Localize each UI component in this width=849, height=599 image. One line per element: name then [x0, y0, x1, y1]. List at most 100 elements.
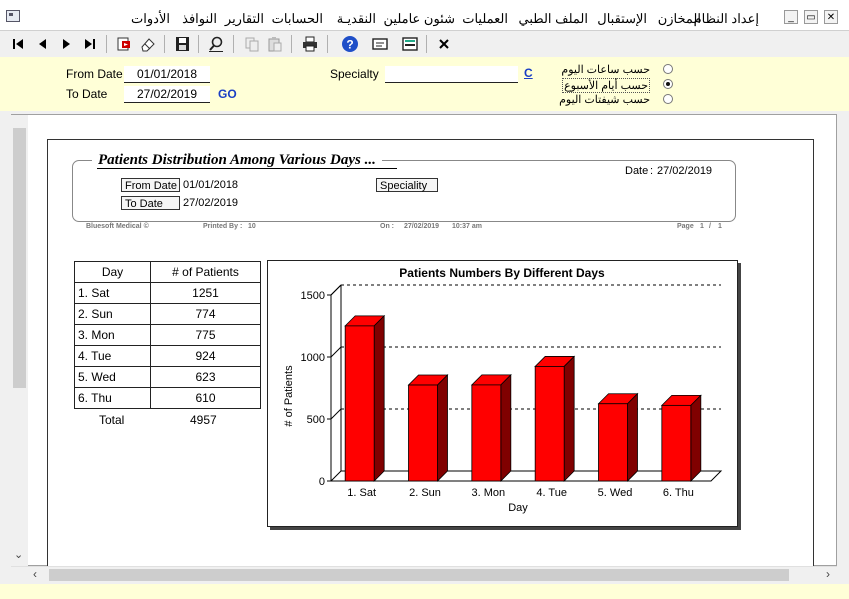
report-to-date-label: To Date — [121, 196, 180, 210]
radio-by-shifts[interactable] — [663, 94, 673, 104]
table-row: 6. Thu 610 — [74, 387, 261, 409]
to-date-field[interactable]: 27/02/2019 — [124, 86, 210, 103]
clear-specialty-link[interactable]: C — [524, 66, 533, 80]
menu-cash[interactable]: النقديـة — [337, 11, 376, 27]
page-separator: / — [709, 223, 711, 230]
gridline-connector — [330, 408, 342, 420]
radio-by-hours[interactable] — [663, 64, 673, 74]
bar-chart: Patients Numbers By Different Days 0 500 10… — [283, 266, 723, 514]
report-from-date-label: From Date — [121, 178, 180, 192]
bar-side — [627, 392, 638, 482]
restore-icon[interactable]: ▭ — [804, 10, 818, 24]
scroll-down-icon[interactable]: ⌄ — [14, 548, 23, 561]
menu-windows[interactable]: النوافذ — [182, 11, 217, 27]
toolbar-separator — [198, 35, 199, 53]
toolbar-separator — [164, 35, 165, 53]
save-icon[interactable] — [172, 34, 192, 54]
x-tick-label: 5. Wed — [598, 487, 633, 499]
radio-label-shifts: حسب شيفتات اليوم — [559, 94, 650, 106]
from-date-field[interactable]: 01/01/2018 — [124, 66, 210, 83]
total-value: 4957 — [190, 413, 217, 427]
table-header-row: Day # of Patients — [74, 261, 261, 283]
menu-reception[interactable]: الإستقبال — [597, 11, 647, 27]
bar — [408, 384, 438, 482]
chart-box: Patients Numbers By Different Days 0 500 10… — [267, 260, 738, 527]
close-icon[interactable] — [434, 34, 454, 54]
total-label: Total — [99, 413, 125, 427]
x-tick-label: 3. Mon — [472, 487, 506, 499]
bar — [661, 404, 692, 482]
page-current: 1 — [700, 223, 704, 230]
printed-on-date: 27/02/2019 — [404, 223, 440, 230]
specialty-field[interactable] — [385, 66, 518, 83]
menu-accounts[interactable]: الحسابات — [272, 11, 323, 27]
layout-icon[interactable] — [400, 34, 420, 54]
report-from-date-value: 01/01/2018 — [183, 179, 239, 191]
next-record-icon[interactable] — [56, 34, 76, 54]
y-tick-label: 500 — [307, 414, 325, 426]
report-to-date-value: 27/02/2019 — [183, 197, 239, 209]
previous-record-icon[interactable] — [33, 34, 53, 54]
y-tick-label: 1000 — [301, 352, 325, 364]
column-header-patients: # of Patients — [150, 261, 261, 283]
first-record-icon[interactable] — [8, 34, 28, 54]
paste-icon[interactable] — [265, 34, 285, 54]
x-tick-label: 6. Thu — [663, 487, 694, 499]
horizontal-scroll-thumb[interactable] — [49, 569, 789, 581]
menu-system-setup[interactable]: إعداد النظام — [694, 11, 759, 27]
find-icon[interactable] — [206, 34, 226, 54]
x-tick-label: 1. Sat — [347, 487, 376, 499]
row-day: 4. Tue — [74, 345, 151, 367]
menu-tools[interactable]: الأدوات — [131, 11, 170, 27]
minimize-icon[interactable]: _ — [784, 10, 798, 24]
last-record-icon[interactable] — [80, 34, 100, 54]
row-count: 924 — [150, 345, 261, 367]
row-count: 774 — [150, 303, 261, 325]
print-icon[interactable] — [300, 34, 320, 54]
gridline-connector — [330, 346, 342, 358]
scroll-left-icon[interactable]: ‹ — [33, 567, 37, 581]
row-day: 5. Wed — [74, 366, 151, 388]
toolbar-separator — [233, 35, 234, 53]
menu-hr[interactable]: شئون عاملين — [384, 11, 456, 27]
menu-medical-file[interactable]: الملف الطبي — [519, 11, 588, 27]
report-date-value: 27/02/2019 — [657, 165, 713, 177]
x-tick-label: 2. Sun — [409, 487, 441, 499]
y-tick-label: 1500 — [301, 290, 325, 302]
menu-reports[interactable]: التقارير — [225, 11, 264, 27]
toolbar-separator — [291, 35, 292, 53]
app-icon[interactable] — [6, 10, 20, 22]
vertical-scroll-thumb[interactable] — [13, 128, 26, 388]
printed-on-label: On : — [380, 223, 394, 230]
x-axis-label: Day — [508, 502, 528, 514]
radio-by-weekdays[interactable] — [663, 79, 673, 89]
bar — [344, 325, 375, 482]
page-label: Page — [677, 223, 694, 230]
go-button[interactable]: GO — [218, 87, 237, 101]
export-icon[interactable] — [114, 34, 134, 54]
from-date-label: From Date — [66, 67, 123, 81]
message-icon[interactable] — [370, 34, 390, 54]
toolbar-separator — [426, 35, 427, 53]
help-icon[interactable]: ? — [340, 34, 360, 54]
close-window-icon[interactable]: ✕ — [824, 10, 838, 24]
bar — [534, 366, 565, 482]
row-day: 1. Sat — [74, 282, 151, 304]
svg-text:?: ? — [346, 38, 353, 52]
eraser-icon[interactable] — [138, 34, 158, 54]
scroll-right-icon[interactable]: › — [826, 567, 830, 581]
copy-icon[interactable] — [242, 34, 262, 54]
column-header-day: Day — [74, 261, 151, 283]
bar — [598, 403, 628, 482]
bar — [471, 384, 502, 482]
specialty-label: Specialty — [330, 67, 379, 81]
chart-title: Patients Numbers By Different Days — [399, 266, 605, 280]
menu-stores[interactable]: المخازن — [658, 11, 701, 27]
x-tick-label: 4. Tue — [536, 487, 567, 499]
report-title: Patients Distribution Among Various Days… — [92, 152, 382, 169]
radio-label-weekdays: حسب أيام الأسبوع — [562, 78, 650, 93]
row-count: 1251 — [150, 282, 261, 304]
menu-operations[interactable]: العمليات — [462, 11, 508, 27]
y-tick-label: 0 — [319, 476, 325, 488]
table-row: 4. Tue 924 — [74, 345, 261, 367]
